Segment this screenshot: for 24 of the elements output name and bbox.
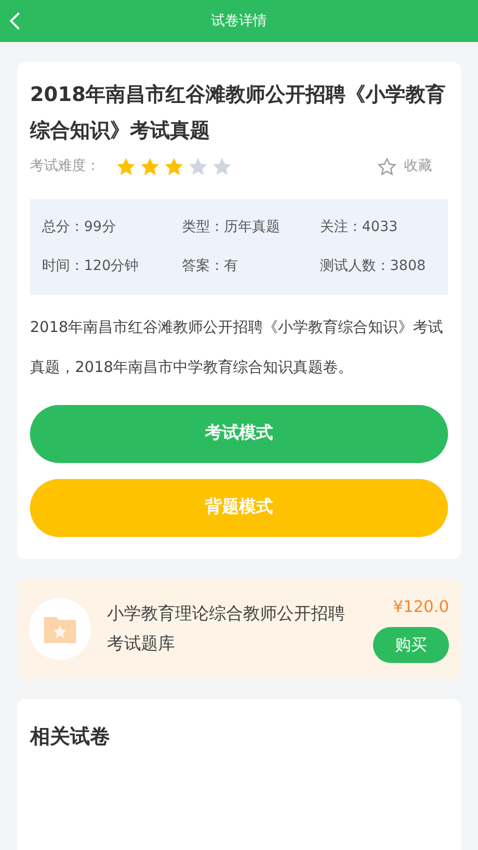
description: 2018年南昌市红谷滩教师公开招聘《小学教育综合知识》考试真题，2018年南昌市中学教育综合知识真题卷。 <box>30 317 444 378</box>
star-icon <box>140 156 160 176</box>
price: ¥120.0 <box>393 596 449 618</box>
empty-star-icon <box>188 156 208 176</box>
section-title: 相关试卷 <box>30 723 111 750</box>
info-item: 总分：99分 <box>42 218 117 237</box>
paper-title: 2018年南昌市红谷滩教师公开招聘《小学教育综合知识》考试真题 <box>30 81 447 144</box>
info-item: 时间：120分钟 <box>42 257 140 276</box>
empty-star-icon <box>212 156 232 176</box>
info-item: 关注：4033 <box>320 218 399 237</box>
info-item: 答案：有 <box>182 257 239 276</box>
buy-button[interactable]: 购买 <box>373 627 449 663</box>
star-outline-icon <box>378 158 396 176</box>
info-item: 测试人数：3808 <box>320 257 427 276</box>
favorite-button[interactable]: 收藏 <box>378 156 432 177</box>
star-icon <box>164 156 184 176</box>
study-mode-button[interactable]: 背题模式 <box>30 479 448 537</box>
exam-mode-button[interactable]: 考试模式 <box>30 405 448 463</box>
product-name: 小学教育理论综合教师公开招聘考试题库 <box>107 603 346 656</box>
difficulty-label: 考试难度： <box>30 157 100 176</box>
page-title: 试卷详情 <box>211 13 267 29</box>
back-icon <box>9 10 21 31</box>
info-item: 类型：历年真题 <box>182 218 281 237</box>
star-icon <box>116 156 136 176</box>
